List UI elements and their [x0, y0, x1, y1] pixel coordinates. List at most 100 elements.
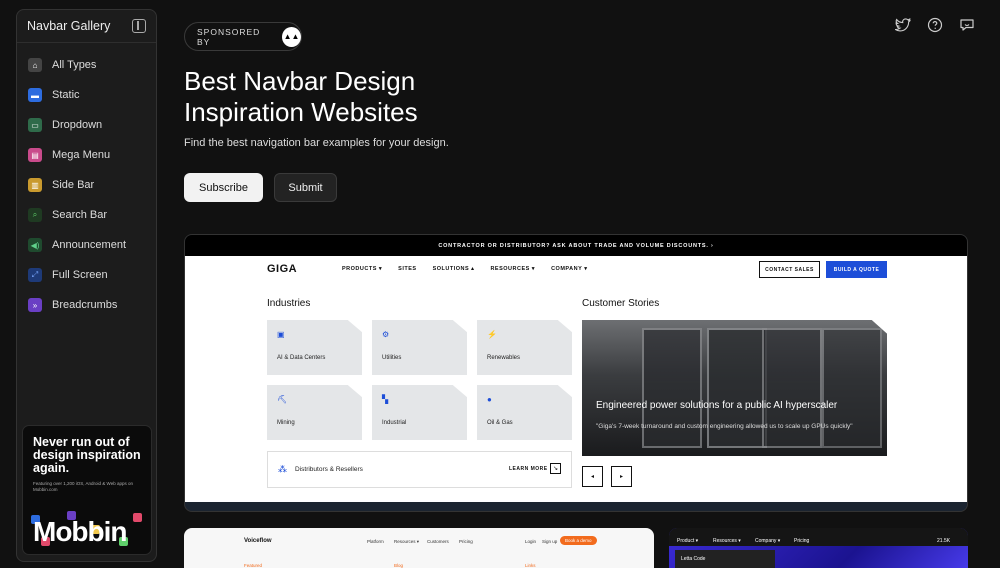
page: Navbar Gallery ⌂ All Types ▬ Static ▭ Dr… [0, 0, 1000, 568]
industry-label: Utilities [382, 355, 402, 361]
story-headline: Engineered power solutions for a public … [596, 400, 838, 411]
feedback-icon[interactable] [958, 16, 976, 34]
navbar-preview-card[interactable]: Voiceflow Platform Resources ▾ Customers… [184, 528, 654, 568]
preview-menu-item: Resources ▾ [394, 539, 420, 544]
collapse-sidebar-icon[interactable] [132, 19, 146, 33]
industry-tile: ⛏ Mining [267, 385, 362, 440]
preview-menu: PRODUCTS ▾ SITES SOLUTIONS ▴ RESOURCES ▾… [342, 266, 587, 272]
preview-quote-button: BUILD A QUOTE [826, 261, 887, 278]
sidebar-item-label: Breadcrumbs [52, 299, 118, 311]
page-title: Best Navbar Design Inspiration Websites [184, 66, 418, 127]
search-icon: ⌕ [28, 208, 42, 222]
sidebar-item-dropdown[interactable]: ▭ Dropdown [17, 110, 156, 140]
preview-menu-item: Resources ▾ [713, 538, 741, 544]
sidebar-item-all-types[interactable]: ⌂ All Types [17, 50, 156, 80]
mobbin-logo: Mobbin [33, 516, 128, 547]
preview-column: Blog [394, 563, 404, 568]
preview-logo: GIGA [267, 263, 298, 275]
industry-label: Mining [277, 420, 295, 426]
learn-more-link: LEARN MORE [509, 466, 548, 472]
sidebar-item-label: Search Bar [52, 209, 108, 221]
megaphone-icon: ◀) [28, 238, 42, 252]
preview-signup: Sign up [542, 539, 558, 544]
industry-label: AI & Data Centers [277, 355, 326, 361]
industry-tile: ⚙ Utilities [372, 320, 467, 375]
industry-tile: ⚡ Renewables [477, 320, 572, 375]
sidebar-icon: ▥ [28, 178, 42, 192]
twitter-icon[interactable] [894, 16, 912, 34]
sidebar-item-label: Announcement [52, 239, 126, 251]
preview-menu-item: Product ▾ [677, 538, 699, 544]
chevrons-icon: » [28, 298, 42, 312]
industries-heading: Industries [267, 298, 311, 309]
preview-screenshot: GIGA PRODUCTS ▾ SITES SOLUTIONS ▴ RESOUR… [185, 256, 967, 502]
preview-navbar: GIGA PRODUCTS ▾ SITES SOLUTIONS ▴ RESOUR… [267, 261, 887, 278]
mining-icon: ⛏ [277, 395, 288, 404]
preview-login: Login [525, 539, 537, 544]
github-star-count: 21.5K [937, 538, 951, 544]
mega-menu-icon: ▤ [28, 148, 42, 162]
static-icon: ▬ [28, 88, 42, 102]
preview-menu-item: RESOURCES ▾ [490, 266, 536, 272]
sidebar-item-label: Side Bar [52, 179, 95, 191]
industrial-icon: ▚ [382, 395, 389, 404]
expand-icon: ⤢ [28, 268, 42, 282]
sponsor-label: SPONSORED BY [197, 26, 261, 47]
sidebar-item-label: Static [52, 89, 80, 101]
sidebar-item-announcement[interactable]: ◀) Announcement [17, 230, 156, 260]
sponsor-badge[interactable]: SPONSORED BY ▲▲ [184, 22, 302, 51]
preview-demo-button: Book a demo [560, 536, 597, 545]
oil-gas-icon: ● [487, 395, 492, 404]
sidebar-item-label: Mega Menu [52, 149, 111, 161]
prev-arrow-icon: ◂ [582, 466, 603, 487]
navbar-preview-card[interactable]: Product ▾ Resources ▾ Company ▾ Pricing … [669, 528, 968, 568]
preview-menu-item: PRODUCTS ▾ [342, 266, 383, 272]
sidebar-item-label: Full Screen [52, 269, 108, 281]
sidebar-item-search-bar[interactable]: ⌕ Search Bar [17, 200, 156, 230]
preview-menu-item: Pricing [794, 538, 810, 544]
sidebar-title: Navbar Gallery [27, 19, 111, 33]
navbar-preview-card[interactable]: CONTRACTOR OR DISTRIBUTOR? ASK ABOUT TRA… [184, 234, 968, 512]
mobbin-promo[interactable]: Never run out of design inspiration agai… [22, 425, 152, 555]
story-quote: "Giga's 7-week turnaround and custom eng… [596, 423, 853, 430]
network-icon: ⁂ [278, 464, 287, 474]
industry-tile: ● Oil & Gas [477, 385, 572, 440]
sponsor-logo-icon: ▲▲ [282, 26, 301, 47]
announcement-banner: CONTRACTOR OR DISTRIBUTOR? ASK ABOUT TRA… [185, 235, 967, 256]
preview-dropdown-item: Letta Code [681, 556, 706, 562]
industry-tile: ▚ Industrial [372, 385, 467, 440]
submit-button[interactable]: Submit [274, 173, 337, 202]
distributors-label: Distributors & Resellers [295, 466, 363, 473]
utilities-icon: ⚙ [382, 330, 390, 339]
home-icon: ⌂ [28, 58, 42, 72]
sidebar-item-full-screen[interactable]: ⤢ Full Screen [17, 260, 156, 290]
preview-menu-item: Platform [367, 539, 384, 544]
subscribe-button[interactable]: Subscribe [184, 173, 263, 202]
dropdown-icon: ▭ [28, 118, 42, 132]
industry-tile: ▣ AI & Data Centers [267, 320, 362, 375]
preview-contact-button: CONTACT SALES [759, 261, 820, 278]
preview-menu-item: Customers [427, 539, 449, 544]
preview-menu-item: Pricing [459, 539, 473, 544]
preview-menu-item: COMPANY ▾ [551, 266, 588, 272]
industry-label: Industrial [382, 420, 407, 426]
top-right-actions [894, 16, 976, 34]
sidebar-item-label: Dropdown [52, 119, 103, 131]
sidebar-item-mega-menu[interactable]: ▤ Mega Menu [17, 140, 156, 170]
sidebar-item-static[interactable]: ▬ Static [17, 80, 156, 110]
help-icon[interactable] [926, 16, 944, 34]
sidebar-item-side-bar[interactable]: ▥ Side Bar [17, 170, 156, 200]
industry-label: Renewables [487, 355, 521, 361]
promo-subtext: Featuring over 1,200 iOS, Android & Web … [33, 481, 133, 492]
sidebar-item-label: All Types [52, 59, 97, 71]
preview-menu-item: SOLUTIONS ▴ [432, 266, 475, 272]
voiceflow-logo: Voiceflow [244, 538, 272, 544]
sidebar: Navbar Gallery ⌂ All Types ▬ Static ▭ Dr… [16, 9, 157, 562]
preview-menu-item: SITES [398, 266, 417, 272]
next-arrow-icon: ▸ [611, 466, 632, 487]
distributors-row: ⁂ Distributors & Resellers LEARN MORE ↘ [267, 451, 572, 488]
arrow-icon: ↘ [550, 463, 561, 474]
sidebar-item-breadcrumbs[interactable]: » Breadcrumbs [17, 290, 156, 320]
customer-story-image: Engineered power solutions for a public … [582, 320, 887, 456]
sidebar-header: Navbar Gallery [17, 10, 156, 43]
